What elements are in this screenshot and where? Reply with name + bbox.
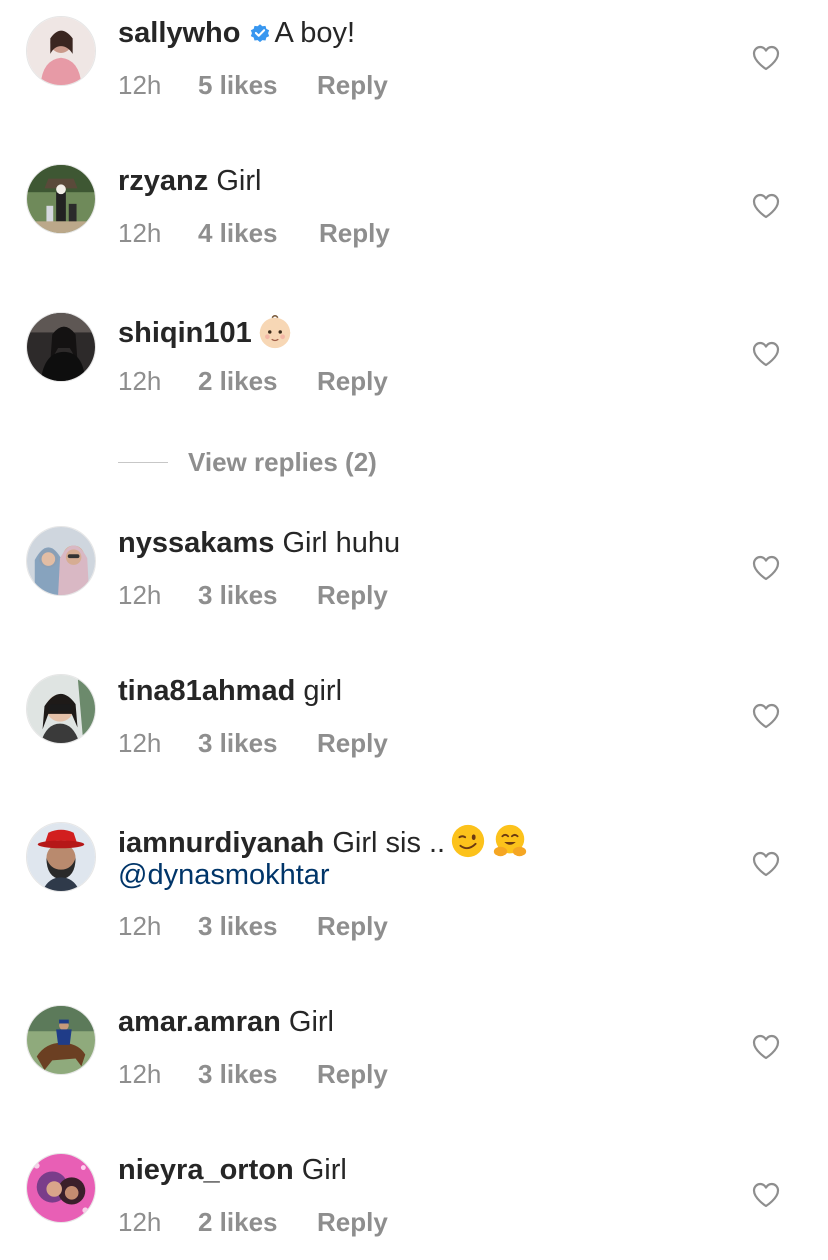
likes-count[interactable]: 2 likes [198,1207,317,1237]
timestamp: 12h [118,1207,162,1237]
avatar[interactable] [26,674,96,744]
comment-text: amar.amran Girl [118,1005,718,1039]
timestamp: 12h [118,218,162,248]
timestamp: 12h [118,366,162,396]
reply-button[interactable]: Reply [317,911,388,941]
username[interactable]: nyssakams [118,527,274,559]
username[interactable]: amar.amran [118,1006,281,1038]
likes-count[interactable]: 4 likes [198,218,319,248]
heart-outline-icon[interactable] [752,1034,780,1060]
comment-text: iamnurdiyanah Girl sis .. [118,822,718,860]
reply-button[interactable]: Reply [317,580,388,610]
username[interactable]: nieyra_orton [118,1154,294,1186]
heart-outline-icon[interactable] [752,851,780,877]
timestamp: 12h [118,580,162,610]
comment-body: Girl huhu [282,527,401,559]
avatar[interactable] [26,822,96,892]
avatar[interactable] [26,1005,96,1075]
avatar[interactable] [26,16,96,86]
username[interactable]: sallywho [118,17,241,49]
heart-outline-icon[interactable] [752,193,780,219]
comment-body: Girl [216,165,262,197]
likes-count[interactable]: 3 likes [198,1059,317,1089]
comment-meta: 12h 3 likes Reply [118,728,388,758]
comment-meta: 12h 3 likes Reply [118,911,388,941]
avatar[interactable] [26,1153,96,1223]
comment-meta: 12h 5 likes Reply [118,70,388,100]
comment-meta: 12h 3 likes Reply [118,580,388,610]
username[interactable]: rzyanz [118,165,208,197]
verified-badge-icon [250,24,269,43]
baby-emoji [259,315,290,349]
replies-divider [118,461,168,463]
comment-text: nieyra_orton Girl [118,1153,718,1187]
hugging-face-emoji [493,824,527,857]
reply-button[interactable]: Reply [317,728,388,758]
reply-button[interactable]: Reply [317,366,388,396]
username[interactable]: tina81ahmad [118,675,295,707]
username[interactable]: iamnurdiyanah [118,827,324,859]
heart-outline-icon[interactable] [752,555,780,581]
heart-outline-icon[interactable] [752,703,780,729]
comment-text: nyssakams Girl huhu [118,526,718,560]
comment-body: Girl [301,1154,347,1186]
comment-text: sallywho A boy! [118,16,718,50]
likes-count[interactable]: 2 likes [198,366,317,396]
comment-text-line-2: @dynasmokhtar [118,858,718,892]
reply-button[interactable]: Reply [317,70,388,100]
comment-meta: 12h 2 likes Reply [118,1207,388,1237]
comment-body: girl [303,675,343,707]
reply-button[interactable]: Reply [317,1207,388,1237]
mention-link[interactable]: @dynasmokhtar [118,859,330,891]
username[interactable]: shiqin101 [118,317,252,349]
comment-body: Girl [288,1006,334,1038]
avatar[interactable] [26,164,96,234]
comment-body: A boy! [274,17,356,49]
reply-button[interactable]: Reply [317,1059,388,1089]
heart-outline-icon[interactable] [752,45,780,71]
likes-count[interactable]: 3 likes [198,728,317,758]
heart-outline-icon[interactable] [752,1182,780,1208]
comment-meta: 12h 2 likes Reply [118,366,388,396]
winking-face-emoji [451,824,485,858]
view-replies-button[interactable]: View replies (2) [118,445,377,479]
likes-count[interactable]: 3 likes [198,911,317,941]
likes-count[interactable]: 3 likes [198,580,317,610]
likes-count[interactable]: 5 likes [198,70,317,100]
avatar[interactable] [26,526,96,596]
comment-text: rzyanz Girl [118,164,718,198]
timestamp: 12h [118,70,162,100]
comment-text: shiqin101 [118,312,718,350]
reply-button[interactable]: Reply [319,218,390,248]
heart-outline-icon[interactable] [752,341,780,367]
timestamp: 12h [118,911,162,941]
timestamp: 12h [118,728,162,758]
avatar[interactable] [26,312,96,382]
timestamp: 12h [118,1059,162,1089]
comment-body: Girl sis .. [332,827,446,859]
view-replies-label: View replies (2) [188,446,377,477]
comment-meta: 12h 4 likes Reply [118,218,390,248]
comment-meta: 12h 3 likes Reply [118,1059,388,1089]
comment-text: tina81ahmad girl [118,674,718,708]
